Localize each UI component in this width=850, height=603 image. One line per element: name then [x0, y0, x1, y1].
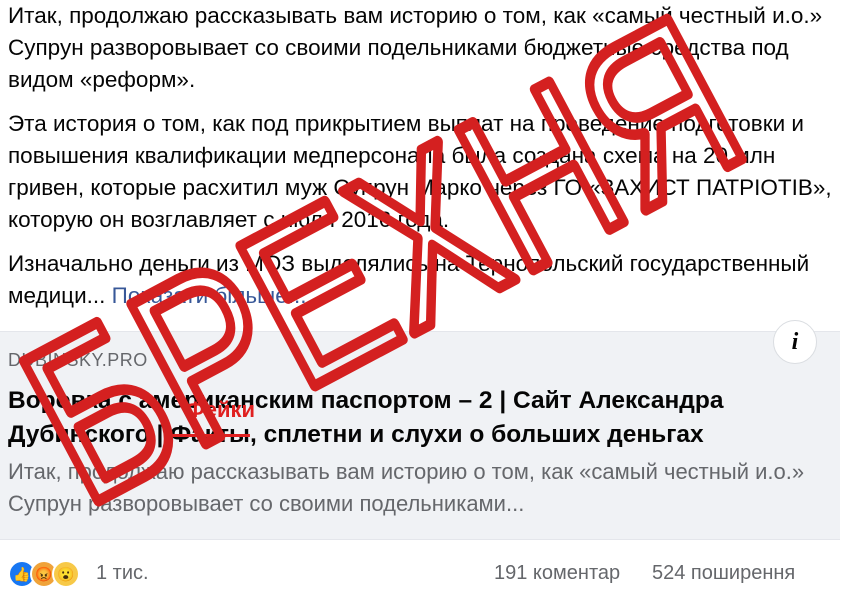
- post-paragraph-3: Изначально деньги из МОЗ выделялись на Т…: [8, 248, 838, 312]
- post-footer: 👍 😡 😮 1 тис. 191 коментар 524 поширення: [0, 556, 840, 596]
- reaction-count[interactable]: 1 тис.: [96, 562, 149, 585]
- fake-annotation-label: Фейки: [186, 397, 256, 422]
- link-description: Итак, продолжаю рассказывать вам историю…: [8, 459, 805, 516]
- shares-count[interactable]: 524 поширення: [652, 562, 795, 585]
- link-title-part2: , сплетни и слухи о больших деньгах: [249, 421, 704, 448]
- wow-icon: 😮: [52, 560, 80, 588]
- info-icon[interactable]: i: [773, 320, 817, 364]
- reactions-group[interactable]: 👍 😡 😮: [8, 560, 80, 588]
- see-more-link[interactable]: Показати більше...: [112, 283, 307, 308]
- post-text: Итак, продолжаю рассказывать вам историю…: [8, 0, 838, 324]
- comments-count[interactable]: 191 коментар: [494, 562, 620, 585]
- post-paragraph-1: Итак, продолжаю рассказывать вам историю…: [8, 3, 823, 92]
- link-preview-card[interactable]: DUBINSKY.PRO Воровка с американским пасп…: [0, 331, 840, 540]
- link-domain: DUBINSKY.PRO: [8, 350, 148, 370]
- link-title-struck-word: Факты: [170, 421, 250, 448]
- link-title[interactable]: Воровка с американским паспортом – 2 | С…: [8, 384, 838, 452]
- post-paragraph-2: Эта история о том, как под прикрытием вы…: [8, 111, 832, 232]
